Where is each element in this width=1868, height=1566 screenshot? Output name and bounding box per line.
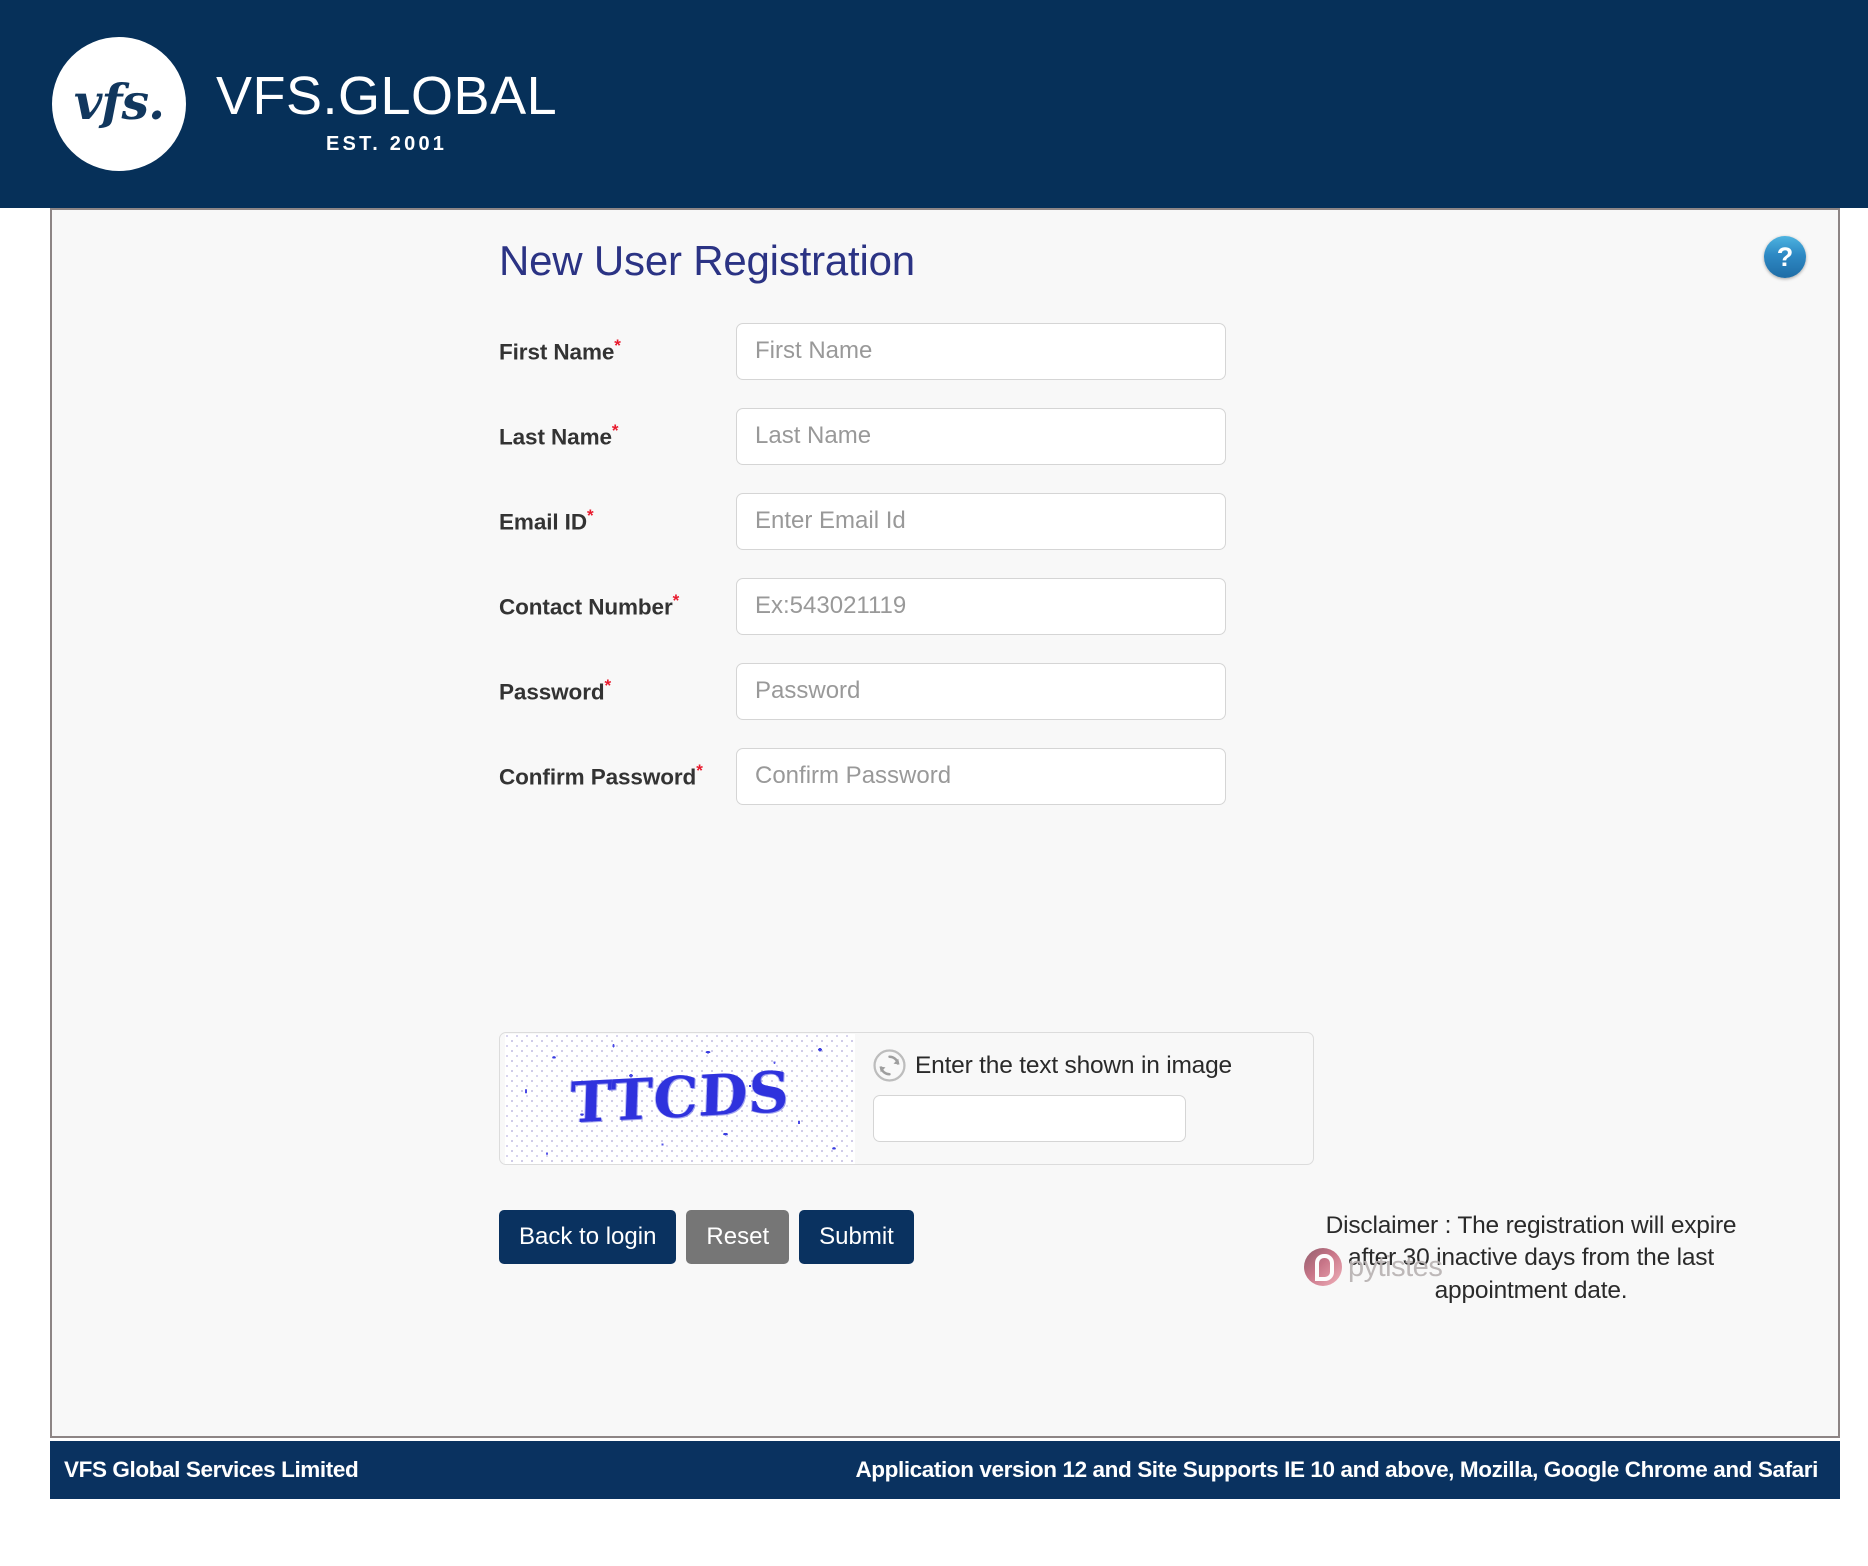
back-to-login-button[interactable]: Back to login bbox=[499, 1210, 677, 1264]
required-asterisk: * bbox=[604, 676, 612, 696]
brand-name: VFS.GLOBAL bbox=[216, 65, 558, 126]
password-input[interactable] bbox=[736, 662, 1226, 720]
captcha-prompt-row: Enter the text shown in image bbox=[873, 1049, 1232, 1082]
disclaimer-text: Disclaimer : The registration will expir… bbox=[1325, 1212, 1737, 1304]
form-row-password: Password* bbox=[499, 656, 1699, 726]
last-name-input[interactable] bbox=[736, 407, 1226, 465]
brand-established: EST. 2001 bbox=[326, 132, 448, 155]
help-icon[interactable]: ? bbox=[1764, 236, 1806, 278]
footer-version-info: Application version 12 and Site Supports… bbox=[855, 1457, 1818, 1482]
form-row-contact-number: Contact Number* bbox=[499, 571, 1699, 641]
contact-number-input[interactable] bbox=[736, 577, 1226, 635]
required-asterisk: * bbox=[586, 506, 594, 526]
submit-button[interactable]: Submit bbox=[799, 1210, 914, 1264]
form-row-last-name: Last Name* bbox=[499, 401, 1699, 471]
form-actions: Back to login Reset Submit Disclaimer : … bbox=[499, 1210, 1737, 1304]
label-password: Password* bbox=[499, 676, 736, 706]
site-footer: VFS Global Services Limited Application … bbox=[50, 1441, 1840, 1499]
site-header: vfs. VFS.GLOBAL EST. 2001 bbox=[0, 0, 1868, 208]
label-email-id: Email ID* bbox=[499, 506, 736, 536]
form-row-email: Email ID* bbox=[499, 486, 1699, 556]
registration-form: First Name* Last Name* Email ID* Contact… bbox=[499, 316, 1699, 826]
label-first-name-text: First Name bbox=[499, 339, 615, 365]
label-contact-number: Contact Number* bbox=[499, 591, 736, 621]
page-title: New User Registration bbox=[499, 237, 915, 284]
label-first-name: First Name* bbox=[499, 336, 736, 366]
captcha-image: TTCDS bbox=[505, 1034, 855, 1164]
label-email-id-text: Email ID bbox=[499, 509, 587, 535]
label-last-name: Last Name* bbox=[499, 421, 736, 451]
captcha-section: TTCDS Enter the text shown in image bbox=[499, 1032, 1314, 1165]
email-input[interactable] bbox=[736, 492, 1226, 550]
label-confirm-password-text: Confirm Password bbox=[499, 764, 697, 790]
captcha-challenge-text: TTCDS bbox=[569, 1058, 791, 1137]
brand-text: VFS.GLOBAL EST. 2001 bbox=[216, 53, 557, 156]
label-contact-number-text: Contact Number bbox=[499, 594, 673, 620]
vfs-logo-icon: vfs. bbox=[52, 37, 186, 171]
label-password-text: Password bbox=[499, 679, 605, 705]
captcha-prompt-label: Enter the text shown in image bbox=[915, 1051, 1232, 1079]
label-last-name-text: Last Name bbox=[499, 424, 612, 450]
captcha-controls: Enter the text shown in image bbox=[873, 1033, 1232, 1142]
footer-company-name: VFS Global Services Limited bbox=[64, 1457, 359, 1482]
required-asterisk: * bbox=[614, 336, 621, 356]
vfs-logo-text: vfs. bbox=[73, 73, 165, 131]
label-confirm-password: Confirm Password* bbox=[499, 761, 736, 791]
form-row-confirm-password: Confirm Password* bbox=[499, 741, 1699, 811]
confirm-password-input[interactable] bbox=[736, 747, 1226, 805]
reset-button[interactable]: Reset bbox=[686, 1210, 790, 1264]
captcha-input[interactable] bbox=[873, 1095, 1186, 1142]
required-asterisk: * bbox=[696, 761, 703, 781]
form-row-first-name: First Name* bbox=[499, 316, 1699, 386]
required-asterisk: * bbox=[672, 591, 680, 611]
first-name-input[interactable] bbox=[736, 322, 1226, 380]
brand-logo[interactable]: vfs. VFS.GLOBAL EST. 2001 bbox=[52, 37, 557, 171]
required-asterisk: * bbox=[611, 421, 619, 441]
content-panel: ? New User Registration First Name* Last… bbox=[50, 208, 1840, 1438]
refresh-icon[interactable] bbox=[873, 1049, 906, 1082]
